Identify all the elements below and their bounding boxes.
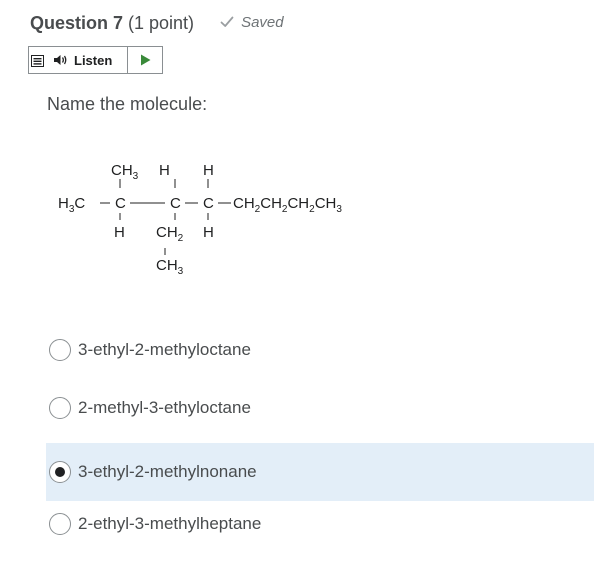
- h-bottom-label-2: H: [203, 224, 214, 241]
- molecule-structure-image: CH3 H H H3C C C C CH2CH2CH2CH3 H CH2 H C…: [58, 162, 342, 277]
- molecule-labels: CH3 H H H3C C C C CH2CH2CH2CH3 H CH2 H C…: [58, 162, 342, 277]
- play-button[interactable]: [128, 47, 162, 73]
- question-prompt: Name the molecule:: [47, 94, 208, 114]
- radio-button[interactable]: [49, 397, 71, 419]
- h-top-label-1: H: [159, 162, 170, 179]
- saved-status: Saved: [220, 14, 284, 31]
- checkmark-icon: [220, 16, 234, 27]
- answer-choice-2[interactable]: 2-methyl-3-ethyloctane: [46, 379, 594, 437]
- radio-button-selected[interactable]: [49, 461, 71, 483]
- ch2-bottom-label: CH2: [156, 224, 184, 244]
- chain-label: CH2CH2CH2CH3: [233, 195, 342, 215]
- question-header: Question 7 (1 point) Saved: [30, 13, 284, 34]
- h3c-label: H3C: [58, 195, 85, 215]
- carbon-label-2: C: [170, 195, 181, 212]
- choice-label: 3-ethyl-2-methyloctane: [78, 340, 251, 359]
- question-title: Question 7: [30, 13, 124, 33]
- h-bottom-label-1: H: [114, 224, 125, 241]
- choice-label: 2-ethyl-3-methylheptane: [78, 514, 262, 533]
- choice-label: 2-methyl-3-ethyloctane: [78, 398, 251, 417]
- carbon-label-3: C: [203, 195, 214, 212]
- speaker-icon: [54, 55, 67, 65]
- radio-button[interactable]: [49, 513, 71, 535]
- answer-choice-1[interactable]: 3-ethyl-2-methyloctane: [46, 321, 594, 379]
- answer-choice-3[interactable]: 3-ethyl-2-methylnonane: [46, 443, 594, 501]
- h-top-label-2: H: [203, 162, 214, 179]
- carbon-label-1: C: [115, 195, 126, 212]
- molecule-lines: [100, 179, 231, 255]
- play-icon: [140, 54, 150, 66]
- radio-button[interactable]: [49, 339, 71, 361]
- listen-button[interactable]: Listen: [49, 47, 128, 73]
- menu-icon: [31, 55, 44, 67]
- readspeaker-menu-button[interactable]: [29, 47, 49, 73]
- ch3-bottom-label: CH3: [156, 257, 184, 277]
- question-points: (1 point): [128, 13, 195, 33]
- readspeaker-toolbar: Listen: [28, 46, 163, 74]
- answer-choice-4[interactable]: 2-ethyl-3-methylheptane: [46, 495, 594, 553]
- choice-label: 3-ethyl-2-methylnonane: [78, 462, 257, 481]
- ch3-top-label: CH3: [111, 162, 139, 182]
- saved-label: Saved: [241, 13, 284, 31]
- listen-label: Listen: [74, 52, 113, 68]
